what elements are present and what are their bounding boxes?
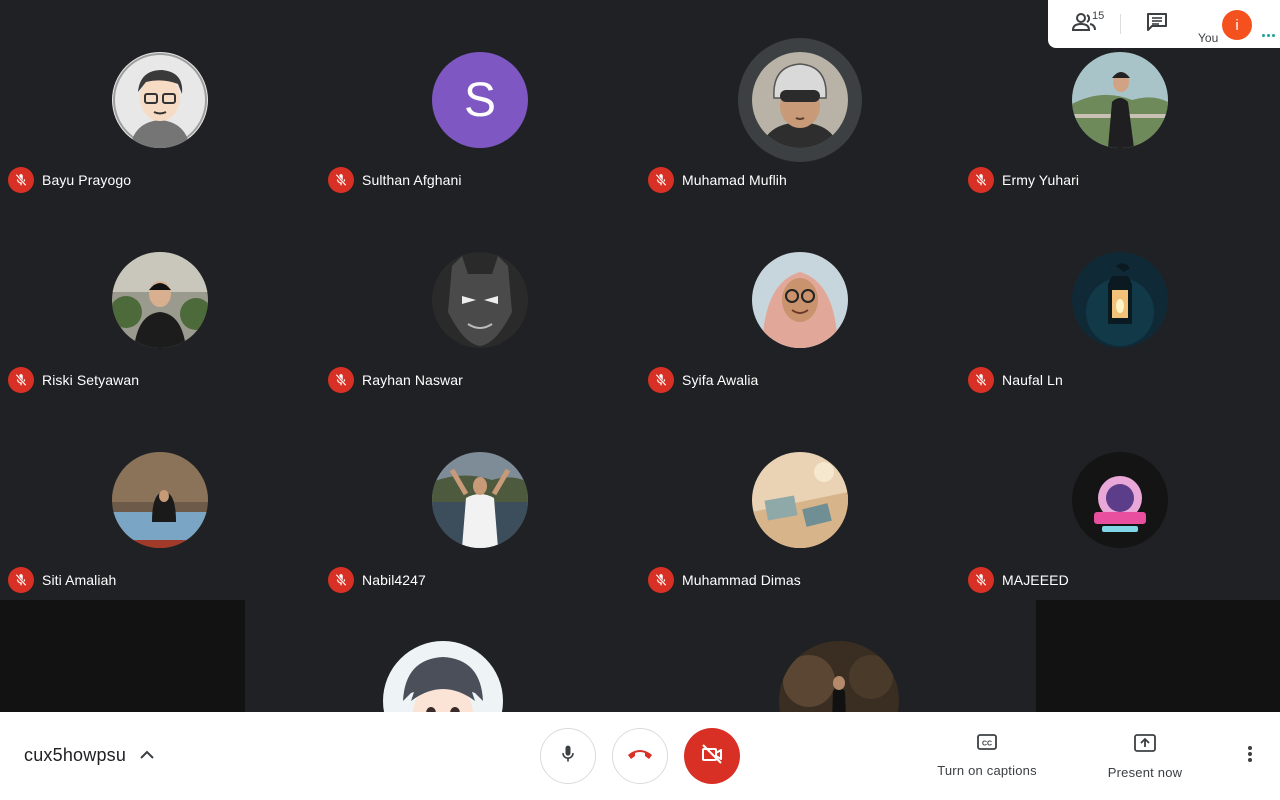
mic-off-icon bbox=[968, 167, 994, 193]
avatar bbox=[752, 452, 848, 548]
name-row: Nabil4247 bbox=[328, 566, 426, 594]
participant-tile[interactable]: Naufal Ln bbox=[960, 200, 1280, 400]
name-row: Bayu Prayogo bbox=[8, 166, 131, 194]
participant-tile[interactable]: Bayu Prayogo bbox=[0, 0, 320, 200]
mic-off-icon bbox=[8, 167, 34, 193]
participant-name: Bayu Prayogo bbox=[42, 172, 132, 188]
meeting-code[interactable]: cux5howpsu bbox=[24, 745, 126, 766]
participant-name: Siti Amaliah bbox=[42, 572, 117, 588]
mic-off-icon bbox=[328, 167, 354, 193]
name-row: Muhamad Muflih bbox=[648, 166, 787, 194]
participant-name: Muhamad Muflih bbox=[682, 172, 787, 188]
name-row: Rayhan Naswar bbox=[328, 366, 463, 394]
participant-tile[interactable]: Rayhan Naswar bbox=[320, 200, 640, 400]
chat-icon bbox=[1146, 12, 1168, 37]
avatar: S bbox=[432, 52, 528, 148]
mic-off-icon bbox=[8, 567, 34, 593]
avatar bbox=[112, 452, 208, 548]
avatar bbox=[752, 52, 848, 148]
present-screen-icon bbox=[1134, 734, 1156, 757]
bottom-control-bar: cux5howpsu CC Turn on captions Present n… bbox=[0, 712, 1280, 800]
end-call-icon bbox=[627, 747, 653, 765]
chevron-up-icon[interactable] bbox=[138, 746, 156, 769]
avatar bbox=[112, 52, 208, 148]
mic-off-icon bbox=[968, 567, 994, 593]
camera-off-icon bbox=[700, 743, 724, 770]
participant-name: Sulthan Afghani bbox=[362, 172, 462, 188]
name-row: MAJEEED bbox=[968, 566, 1069, 594]
participant-grid-row bbox=[0, 600, 1280, 761]
mic-off-icon bbox=[968, 367, 994, 393]
participant-tile[interactable]: Syifa Awalia bbox=[640, 200, 960, 400]
mic-off-icon bbox=[648, 367, 674, 393]
avatar bbox=[432, 452, 528, 548]
participant-tile[interactable]: Siti Amaliah bbox=[0, 400, 320, 600]
participant-tile[interactable]: Nabil4247 bbox=[320, 400, 640, 600]
empty-tile bbox=[0, 600, 245, 712]
participant-name: Muhammad Dimas bbox=[682, 572, 801, 588]
name-row: Syifa Awalia bbox=[648, 366, 758, 394]
present-label: Present now bbox=[1107, 765, 1183, 780]
chat-button[interactable] bbox=[1121, 0, 1193, 48]
present-now-button[interactable]: Present now bbox=[1080, 734, 1210, 780]
mic-off-icon bbox=[648, 567, 674, 593]
mic-off-icon bbox=[328, 367, 354, 393]
name-row: Ermy Yuhari bbox=[968, 166, 1079, 194]
name-row: Siti Amaliah bbox=[8, 566, 116, 594]
svg-text:CC: CC bbox=[982, 741, 992, 748]
name-row: Sulthan Afghani bbox=[328, 166, 462, 194]
more-options-button[interactable] bbox=[1236, 744, 1264, 768]
participant-name: MAJEEED bbox=[1002, 572, 1069, 588]
mic-off-icon bbox=[648, 167, 674, 193]
top-right-panel: 15 i You bbox=[1048, 0, 1280, 48]
self-view[interactable]: i You bbox=[1194, 0, 1280, 48]
avatar bbox=[1072, 452, 1168, 548]
leave-call-button[interactable] bbox=[612, 728, 668, 784]
mic-off-icon bbox=[8, 367, 34, 393]
participant-tile[interactable]: Muhamad Muflih bbox=[640, 0, 960, 200]
captions-label: Turn on captions bbox=[937, 763, 1037, 778]
people-button[interactable] bbox=[1048, 0, 1120, 48]
participant-name: Naufal Ln bbox=[1002, 372, 1063, 388]
closed-captions-icon: CC bbox=[977, 734, 997, 755]
avatar bbox=[112, 252, 208, 348]
avatar: i bbox=[1222, 10, 1252, 40]
more-options-icon[interactable] bbox=[1262, 34, 1275, 37]
camera-button[interactable] bbox=[684, 728, 740, 784]
name-row: Naufal Ln bbox=[968, 366, 1063, 394]
more-vert-icon bbox=[1247, 745, 1253, 768]
mic-off-icon bbox=[328, 567, 354, 593]
you-label: You bbox=[1198, 31, 1219, 45]
empty-tile bbox=[1036, 600, 1280, 712]
avatar-letter: S bbox=[432, 52, 528, 148]
participant-name: Rayhan Naswar bbox=[362, 372, 463, 388]
participant-name: Nabil4247 bbox=[362, 572, 426, 588]
avatar bbox=[1072, 52, 1168, 148]
participant-count: 15 bbox=[1092, 10, 1105, 22]
participant-name: Ermy Yuhari bbox=[1002, 172, 1080, 188]
microphone-icon bbox=[558, 743, 578, 770]
avatar bbox=[1072, 252, 1168, 348]
microphone-button[interactable] bbox=[540, 728, 596, 784]
participant-name: Riski Setyawan bbox=[42, 372, 140, 388]
captions-button[interactable]: CC Turn on captions bbox=[922, 734, 1052, 778]
participant-tile[interactable]: MAJEEED bbox=[960, 400, 1280, 600]
participant-tile[interactable]: S Sulthan Afghani bbox=[320, 0, 640, 200]
name-row: Muhammad Dimas bbox=[648, 566, 801, 594]
participant-tile[interactable]: Riski Setyawan bbox=[0, 200, 320, 400]
name-row: Riski Setyawan bbox=[8, 366, 139, 394]
participant-name: Syifa Awalia bbox=[682, 372, 759, 388]
participant-tile[interactable]: Muhammad Dimas bbox=[640, 400, 960, 600]
avatar bbox=[432, 252, 528, 348]
participant-grid: Bayu Prayogo S Sulthan Afghani Muhamad M… bbox=[0, 0, 1280, 600]
avatar bbox=[752, 252, 848, 348]
